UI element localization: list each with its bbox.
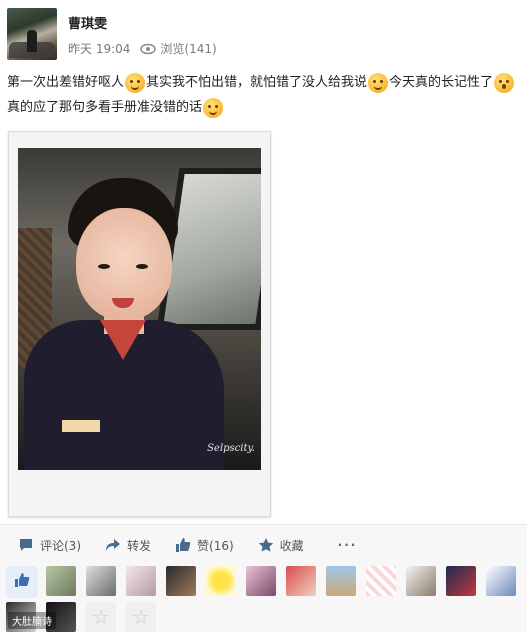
author-name[interactable]: 曹琪雯 xyxy=(68,13,107,32)
comment-icon xyxy=(18,537,34,553)
forward-label: 转发 xyxy=(127,538,152,553)
liker-avatar[interactable] xyxy=(86,566,116,596)
liker-avatar[interactable] xyxy=(246,566,276,596)
post-time: 昨天 19:04 xyxy=(68,42,131,56)
view-count: 浏览(141) xyxy=(160,42,217,56)
comment-label: 评论(3) xyxy=(40,538,81,553)
thumbs-up-icon xyxy=(175,537,191,553)
liked-indicator[interactable] xyxy=(6,566,38,598)
annoyed-face-icon xyxy=(203,97,224,118)
post-meta: 昨天 19:04 浏览(141) xyxy=(68,40,217,57)
liker-avatar[interactable] xyxy=(206,566,236,596)
photo-signature: Selpscity. xyxy=(207,443,255,454)
surprised-face-icon xyxy=(494,72,515,93)
more-icon: ··· xyxy=(337,538,358,552)
post-text: 第一次出差错好呕人 其实我不怕出错，就怕错了没人给我说 今天真的长记性了真的应了那句… xyxy=(7,70,522,120)
star-placeholder-icon: ☆ xyxy=(132,605,150,629)
likers-list: ☆ ☆ xyxy=(0,564,527,632)
favorite-button[interactable]: 收藏 xyxy=(258,537,304,554)
thumbs-up-icon xyxy=(14,572,30,592)
liker-avatar[interactable] xyxy=(486,566,516,596)
forward-button[interactable]: 转发 xyxy=(105,537,151,554)
angry-face-icon xyxy=(125,72,146,93)
comment-button[interactable]: 评论(3) xyxy=(18,537,81,554)
like-button[interactable]: 赞(16) xyxy=(175,537,234,554)
star-placeholder-icon: ☆ xyxy=(92,605,110,629)
forward-icon xyxy=(105,537,121,553)
post-text-part: 今天真的长记性了 xyxy=(389,75,494,90)
favorite-label: 收藏 xyxy=(279,538,304,553)
post-text-part: 真的应了那句多看手册准没错的话 xyxy=(7,100,203,115)
liker-avatar[interactable] xyxy=(126,566,156,596)
liker-avatar[interactable] xyxy=(46,566,76,596)
action-bar: 评论(3) 转发 赞(16) 收藏 ··· xyxy=(0,524,527,566)
post-photo[interactable]: Selpscity. xyxy=(18,148,261,470)
photo-frame[interactable]: Selpscity. xyxy=(8,131,271,517)
liker-avatar[interactable] xyxy=(166,566,196,596)
author-avatar[interactable] xyxy=(7,8,57,60)
liker-avatar[interactable] xyxy=(366,566,396,596)
liker-avatar-default[interactable]: ☆ xyxy=(86,602,116,632)
unamused-face-icon xyxy=(368,72,389,93)
post-text-part: 其实我不怕出错，就怕错了没人给我说 xyxy=(146,75,368,90)
liker-avatar[interactable] xyxy=(286,566,316,596)
liker-avatar[interactable] xyxy=(446,566,476,596)
post-text-part: 第一次出差错好呕人 xyxy=(7,75,125,90)
watermark: 大肚腩诗 xyxy=(8,612,56,629)
more-button[interactable]: ··· xyxy=(338,538,358,552)
eye-icon xyxy=(140,43,157,55)
star-icon xyxy=(258,537,274,553)
like-label: 赞(16) xyxy=(197,538,234,553)
liker-avatar[interactable] xyxy=(406,566,436,596)
liker-avatar[interactable] xyxy=(326,566,356,596)
post-header: 曹琪雯 昨天 19:04 浏览(141) xyxy=(0,0,527,68)
liker-avatar-default[interactable]: ☆ xyxy=(126,602,156,632)
